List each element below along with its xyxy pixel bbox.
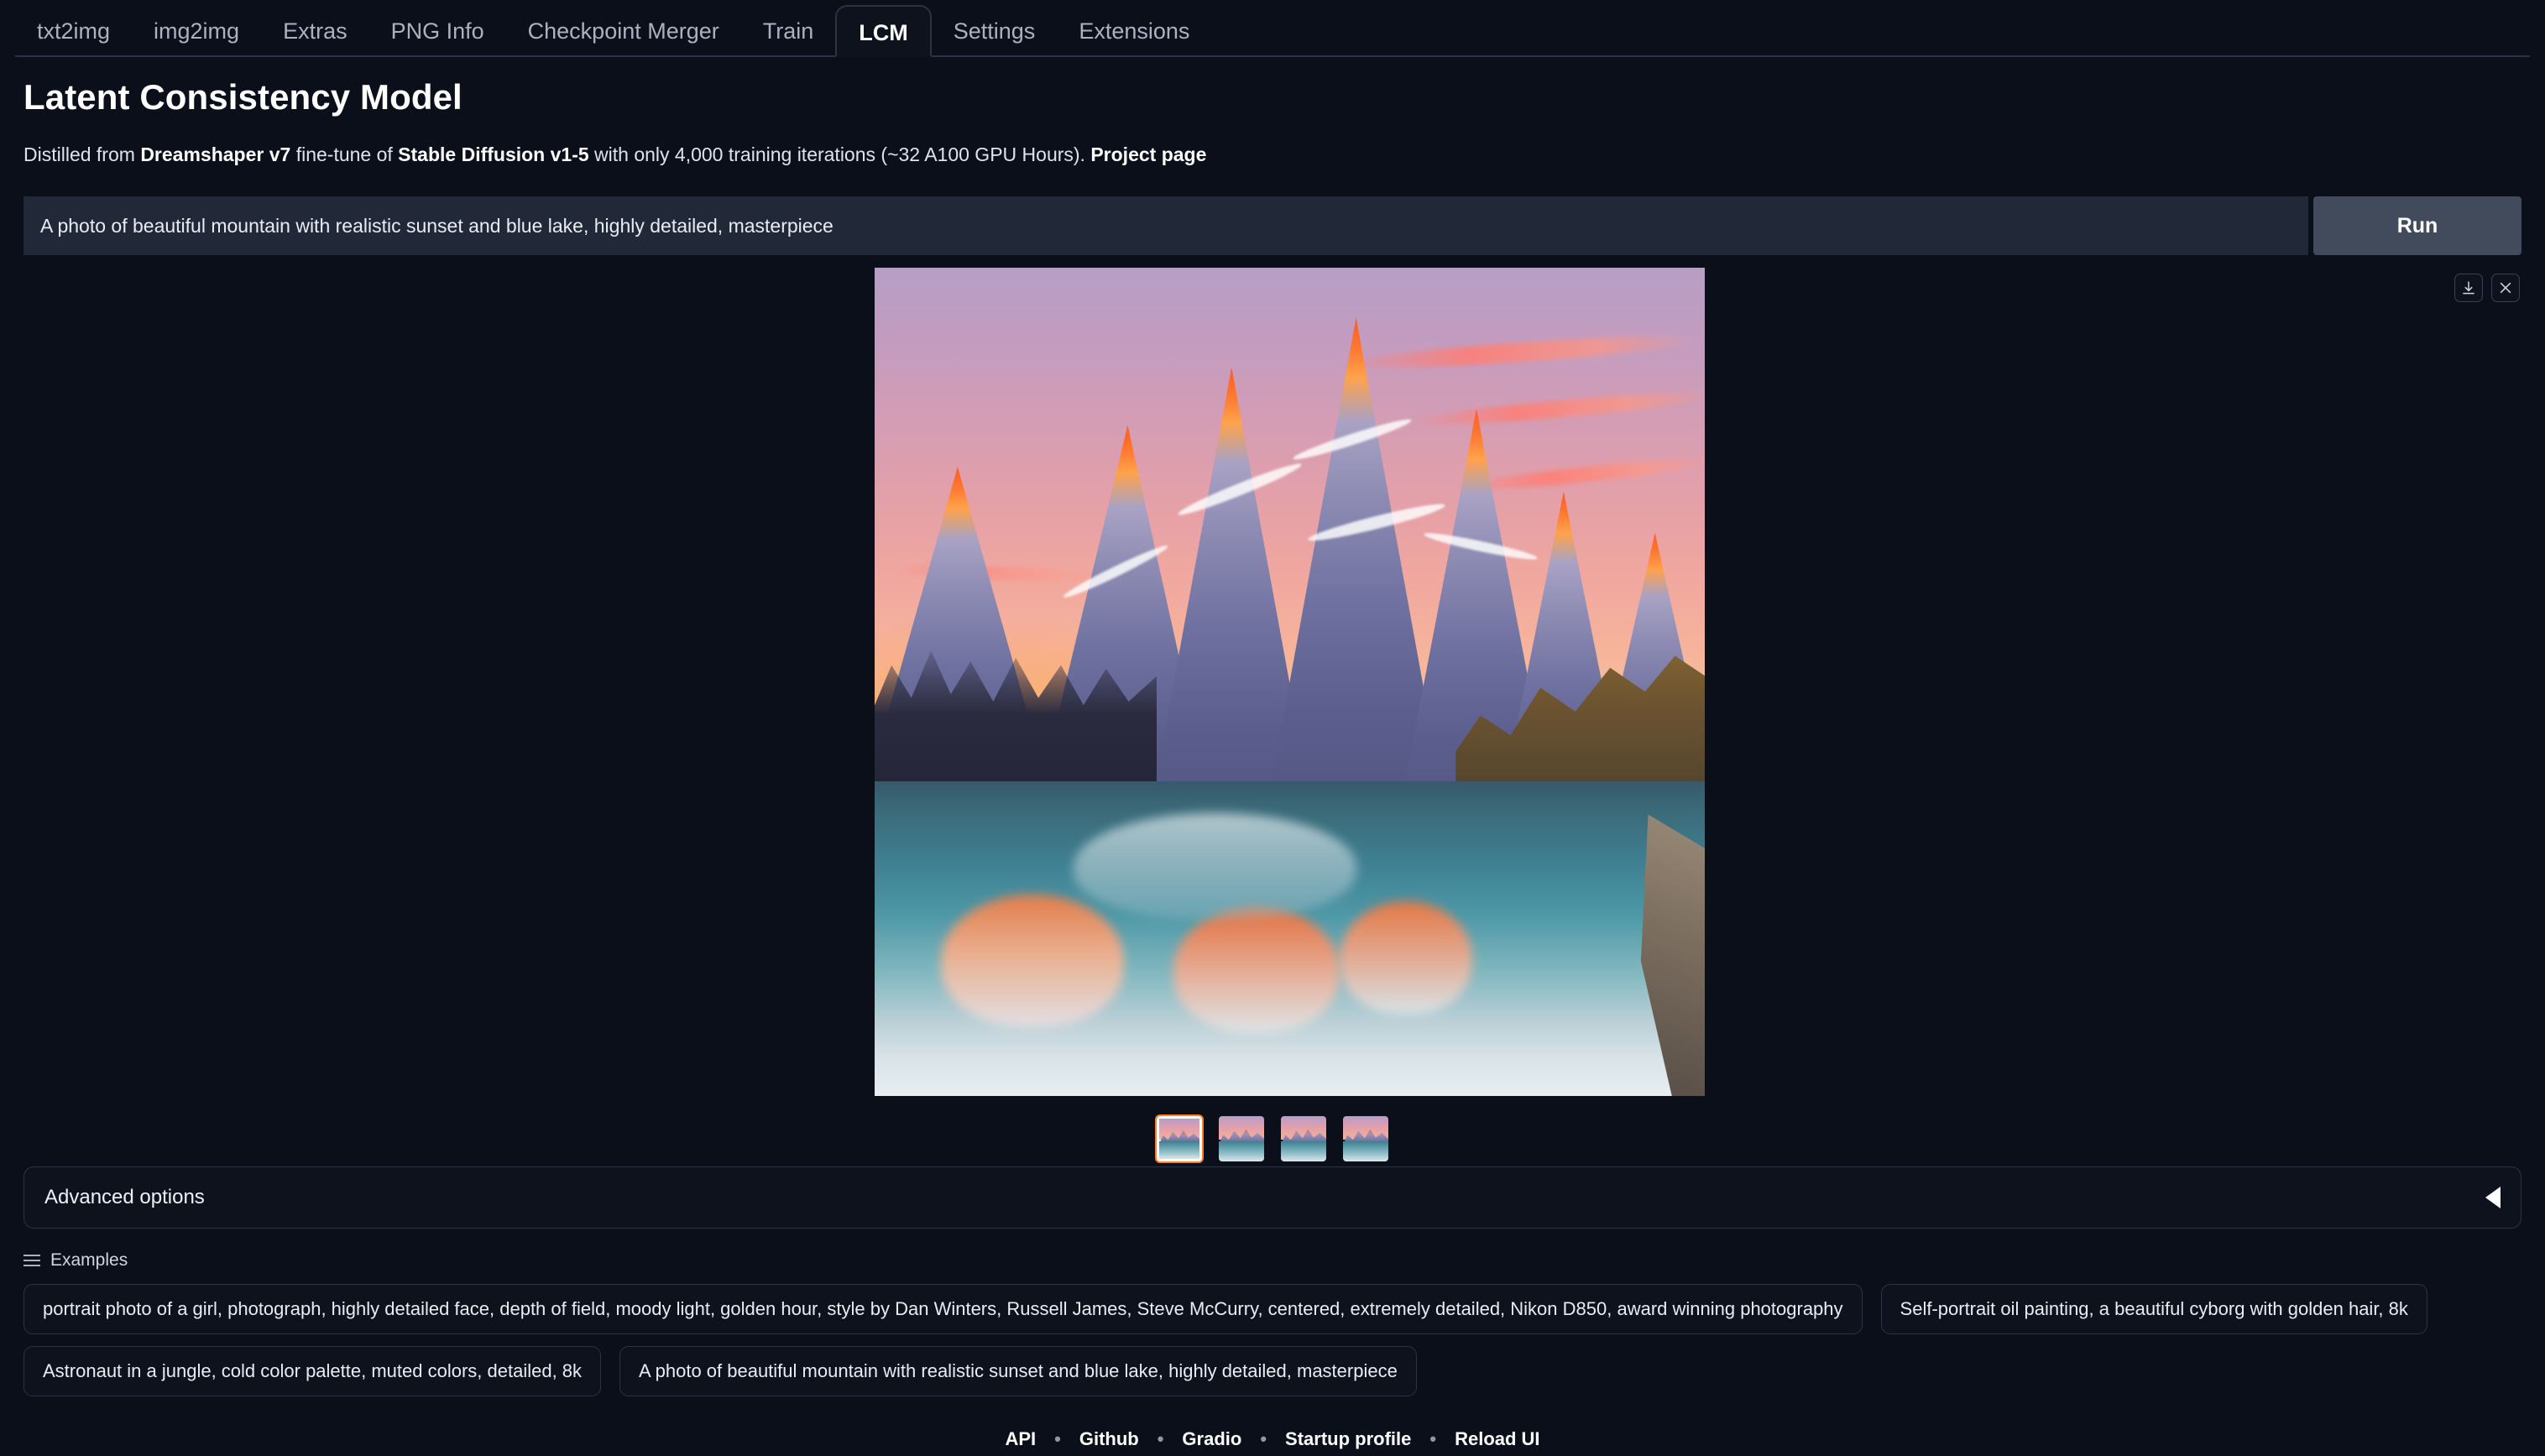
thumbnail-item[interactable] [1279,1114,1328,1163]
footer-separator: • [1054,1428,1061,1450]
tab-train[interactable]: Train [741,5,836,57]
footer-separator: • [1158,1428,1164,1450]
footer: API • Github • Gradio • Startup profile … [24,1428,2521,1456]
subtitle-part-1: Distilled from [24,144,140,165]
footer-links: API • Github • Gradio • Startup profile … [24,1428,2521,1450]
page-subtitle: Distilled from Dreamshaper v7 fine-tune … [24,141,2521,168]
example-prompt-button[interactable]: A photo of beautiful mountain with reali… [619,1346,1417,1396]
thumbnail-lake [1281,1141,1326,1161]
page-body: Latent Consistency Model Distilled from … [0,77,2545,1456]
main-tab-bar: txt2img img2img Extras PNG Info Checkpoi… [0,0,2545,57]
prompt-row: Run [24,196,2521,255]
image-reflection [1074,813,1356,921]
thumbnail-image [1281,1116,1326,1161]
image-reflection [1340,901,1472,1015]
advanced-options-accordion[interactable]: Advanced options [24,1166,2521,1229]
advanced-options-label: Advanced options [44,1186,205,1209]
tab-checkpoint-merger[interactable]: Checkpoint Merger [506,5,741,57]
image-reflection [1173,907,1340,1033]
tab-extensions[interactable]: Extensions [1057,5,1211,57]
subtitle-part-2: fine-tune of [290,144,398,165]
thumbnail-image [1159,1119,1199,1159]
list-icon [24,1255,40,1266]
triangle-left-icon[interactable] [2485,1187,2501,1208]
prompt-input[interactable] [24,196,2308,255]
tab-txt2img[interactable]: txt2img [15,5,132,57]
download-icon[interactable] [2454,274,2483,302]
examples-row: portrait photo of a girl, photograph, hi… [24,1284,2521,1334]
run-button[interactable]: Run [2313,196,2521,255]
thumbnail-item[interactable] [1217,1114,1266,1163]
subtitle-model-sd: Stable Diffusion v1-5 [398,144,588,165]
footer-link-github[interactable]: Github [1079,1428,1139,1450]
tab-png-info[interactable]: PNG Info [369,5,506,57]
image-lake [875,781,1705,1096]
tab-settings[interactable]: Settings [932,5,1058,57]
tab-lcm[interactable]: LCM [835,5,931,57]
thumbnail-image [1343,1116,1388,1161]
footer-link-api[interactable]: API [1005,1428,1036,1450]
thumbnail-lake [1343,1141,1388,1161]
footer-link-reload-ui[interactable]: Reload UI [1455,1428,1539,1450]
image-toolbar [2454,274,2520,302]
project-page-link[interactable]: Project page [1090,144,1206,165]
thumbnail-strip [24,1114,2521,1163]
page-title: Latent Consistency Model [24,77,2521,117]
examples-label: Examples [50,1250,128,1271]
thumbnail-item[interactable] [1341,1114,1390,1163]
image-reflection [941,895,1124,1027]
example-prompt-button[interactable]: portrait photo of a girl, photograph, hi… [24,1284,1863,1334]
generated-image-canvas [875,268,1705,1096]
thumbnail-lake [1219,1141,1264,1161]
examples-row: Astronaut in a jungle, cold color palett… [24,1346,2521,1396]
footer-separator: • [1260,1428,1267,1450]
footer-link-gradio[interactable]: Gradio [1182,1428,1241,1450]
tab-img2img[interactable]: img2img [132,5,261,57]
footer-separator: • [1429,1428,1436,1450]
footer-link-startup-profile[interactable]: Startup profile [1285,1428,1411,1450]
result-area [24,265,2521,1155]
examples-list: portrait photo of a girl, photograph, hi… [24,1284,2521,1396]
thumbnail-lake [1159,1141,1199,1159]
subtitle-model-base: Dreamshaper v7 [140,144,290,165]
example-prompt-button[interactable]: Astronaut in a jungle, cold color palett… [24,1346,601,1396]
thumbnail-image [1219,1116,1264,1161]
thumbnail-item[interactable] [1155,1114,1204,1163]
subtitle-part-3: with only 4,000 training iterations (~32… [589,144,1091,165]
generated-image[interactable] [875,268,1705,1096]
example-prompt-button[interactable]: Self-portrait oil painting, a beautiful … [1881,1284,2427,1334]
tab-extras[interactable]: Extras [261,5,369,57]
examples-header: Examples [24,1250,2521,1271]
close-icon[interactable] [2491,274,2520,302]
